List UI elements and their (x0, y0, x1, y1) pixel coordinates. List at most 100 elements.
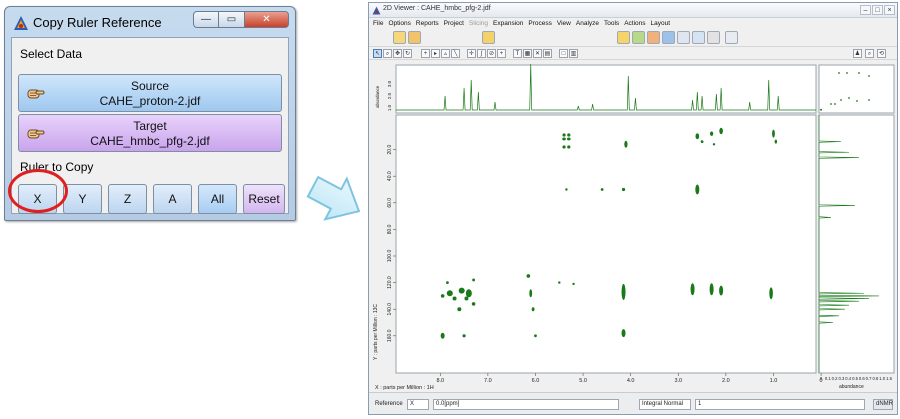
x-tick-label: 5.0 (579, 378, 587, 384)
search-icon[interactable]: ⌕ (865, 49, 874, 58)
y-tick-label: 120.0 (387, 276, 393, 289)
lock-icon[interactable] (482, 31, 495, 44)
settings-icon[interactable] (707, 31, 720, 44)
menu-options[interactable]: Options (388, 18, 410, 29)
viewer-minimize-button[interactable]: – (860, 5, 871, 15)
source-button[interactable]: Source CAHE_proton-2.jdf (18, 74, 282, 112)
open-folder-icon[interactable] (393, 31, 406, 44)
ruler-a-button[interactable]: A (153, 184, 192, 214)
maximize-button[interactable]: ▭ (219, 11, 245, 28)
ruler-y-button[interactable]: Y (63, 184, 102, 214)
pointer-tool-icon[interactable]: ▸ (431, 49, 440, 58)
ruler-all-button[interactable]: All (198, 184, 237, 214)
unit-button[interactable]: dNMR (873, 399, 893, 410)
viewer-close-button[interactable]: × (884, 5, 895, 15)
cross-peak (529, 289, 533, 298)
overview-dot (830, 103, 832, 105)
select-tool-icon[interactable]: ↖ (373, 49, 382, 58)
link-tool-icon[interactable]: ⊘ (487, 49, 496, 58)
cross-peak (621, 283, 626, 300)
export-icon[interactable] (647, 31, 660, 44)
cross-peak (700, 140, 704, 144)
x-axis-label: X : parts per Million : 1H (375, 385, 434, 391)
peak-tool-icon[interactable]: ▵ (441, 49, 450, 58)
layout-tool-icon[interactable]: ▥ (569, 49, 578, 58)
cross-peak (562, 133, 566, 137)
ruler-z-button[interactable]: Z (108, 184, 147, 214)
cross-peak (567, 133, 571, 137)
save-icon[interactable] (662, 31, 675, 44)
import-icon[interactable] (632, 31, 645, 44)
right-axis-label: abundance (839, 384, 864, 390)
remove-tool-icon[interactable]: ✕ (533, 49, 542, 58)
open-recent-icon[interactable] (408, 31, 421, 44)
close-icon: ✕ (262, 14, 271, 25)
add-tool-icon[interactable]: + (497, 49, 506, 58)
copy-icon[interactable] (692, 31, 705, 44)
grid-tool-icon[interactable]: ▦ (523, 49, 532, 58)
pan-tool-icon[interactable]: ✥ (393, 49, 402, 58)
cursor-tool-icon[interactable]: + (421, 49, 430, 58)
line-tool-icon[interactable]: ╲ (451, 49, 460, 58)
viewer-titlebar[interactable]: 2D Viewer : CAHE_hmbc_pfg-2.jdf – □ × (369, 3, 897, 18)
integral-value-field[interactable]: 1 (695, 399, 865, 410)
cross-peak (526, 274, 531, 278)
menu-analyze[interactable]: Analyze (576, 18, 599, 29)
top-tick-label: 3.0 (387, 80, 392, 87)
box-tool-icon[interactable]: □ (559, 49, 568, 58)
sync-icon[interactable]: ⟲ (877, 49, 886, 58)
x-tick-label: 8.0 (436, 378, 444, 384)
cross-peak (565, 188, 568, 191)
text-tool-icon[interactable]: T (513, 49, 522, 58)
measure-tool-icon[interactable]: ∫ (477, 49, 486, 58)
target-label: Target (133, 119, 167, 133)
rotate-tool-icon[interactable]: ↻ (403, 49, 412, 58)
overview-dot (858, 72, 860, 74)
new-folder-icon[interactable] (617, 31, 630, 44)
hmbc-2d-plot[interactable]: 8.0 7.0 6.0 5.0 4.0 3.0 2.0 1.0 0X : parts per M… (369, 60, 899, 392)
menu-layout[interactable]: Layout (651, 18, 671, 29)
print-icon[interactable] (677, 31, 690, 44)
window-controls: — ▭ ✕ (193, 11, 289, 28)
menu-tools[interactable]: Tools (604, 18, 619, 29)
menu-expansion[interactable]: Expansion (493, 18, 523, 29)
user-icon[interactable]: ♟ (853, 49, 862, 58)
close-icon: × (887, 7, 892, 14)
viewer-title: 2D Viewer : CAHE_hmbc_pfg-2.jdf (383, 5, 491, 12)
top-tick-label: 1.0 (387, 104, 392, 111)
menu-process[interactable]: Process (528, 18, 551, 29)
x-tick-label: 2.0 (722, 378, 730, 384)
cross-peak (621, 187, 626, 192)
menu-file[interactable]: File (373, 18, 383, 29)
menu-view[interactable]: View (557, 18, 571, 29)
y-tick-label: 60.0 (387, 198, 393, 208)
right-tick-label: 0.5 (852, 376, 858, 381)
menu-project[interactable]: Project (444, 18, 464, 29)
crosshair-tool-icon[interactable]: ✛ (467, 49, 476, 58)
cross-peak (710, 131, 714, 136)
cross-peak (462, 334, 466, 338)
reset-button[interactable]: Reset (243, 184, 285, 214)
overview-dot (856, 100, 858, 102)
cross-peak (446, 290, 453, 297)
viewer-menubar: File Options Reports Project Slicing Exp… (369, 18, 897, 29)
zoom-tool-icon[interactable]: ⌕ (383, 49, 392, 58)
right-tick-label: 0.2 (832, 376, 838, 381)
integral-mode-select[interactable]: Integral Normal (639, 399, 691, 410)
menu-actions[interactable]: Actions (624, 18, 645, 29)
cross-peak (769, 287, 773, 300)
right-tick-label: 1.5 (886, 376, 892, 381)
dialog-titlebar[interactable]: Copy Ruler Reference — ▭ ✕ (5, 7, 295, 37)
close-button[interactable]: ✕ (245, 11, 289, 28)
menu-reports[interactable]: Reports (416, 18, 439, 29)
y-tick-label: 140.0 (387, 303, 393, 316)
viewer-maximize-button[interactable]: □ (872, 5, 883, 15)
target-button[interactable]: Target CAHE_hmbc_pfg-2.jdf (18, 114, 282, 152)
integrate-icon[interactable] (725, 31, 738, 44)
x-tick-label: 7.0 (484, 378, 492, 384)
axis-select[interactable]: X (407, 399, 429, 410)
minimize-button[interactable]: — (193, 11, 219, 28)
reference-value-field[interactable]: 0.0[ppm] (433, 399, 619, 410)
overview-dot (868, 99, 870, 101)
table-tool-icon[interactable]: ▤ (543, 49, 552, 58)
